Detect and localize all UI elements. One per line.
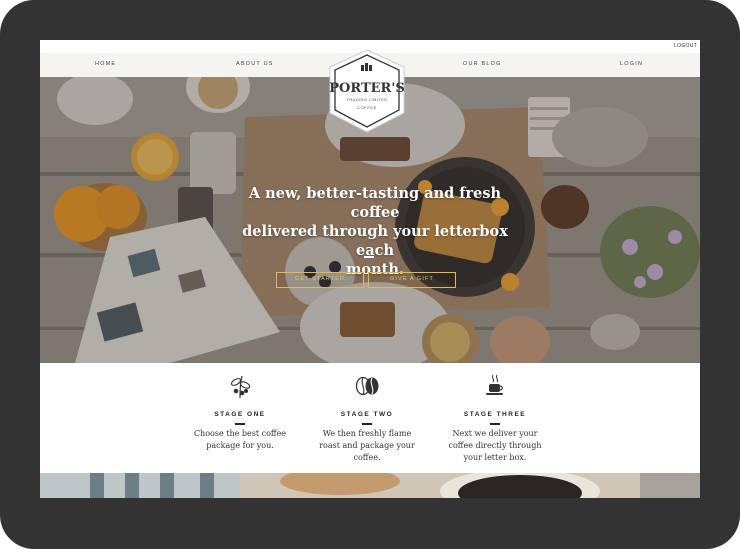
coffee-cup-icon — [430, 373, 560, 399]
stage-one-desc-line-1: Choose the best coffee — [193, 429, 287, 438]
hero-headline: A new, better-tasting and fresh coffee d… — [230, 184, 520, 279]
stage-one: STAGE ONE Choose the best coffee package… — [175, 373, 305, 452]
coffee-plant-icon — [175, 373, 305, 399]
stage-one-divider — [235, 423, 245, 425]
logo-coffee-text: COFFEE — [357, 105, 377, 110]
hero-headline-line-2: delivered through your letterbox each — [242, 223, 508, 259]
stage-two-desc-line-3: coffee. — [353, 453, 381, 462]
stage-three: STAGE THREE Next we deliver your coffee … — [430, 373, 560, 464]
stage-three-desc-line-3: your letter box. — [463, 453, 527, 462]
nav-our-blog[interactable]: OUR BLOG — [463, 61, 502, 67]
logo-brand-text: PORTER'S — [329, 81, 404, 96]
porters-logo[interactable]: PORTER'S TRADING LIMITED COFFEE — [329, 49, 405, 133]
stage-one-description: Choose the best coffee package for you. — [175, 428, 305, 452]
stages-section: STAGE ONE Choose the best coffee package… — [40, 363, 700, 473]
stage-three-title: STAGE THREE — [463, 411, 527, 418]
stage-two: STAGE TWO We then freshly flame roast an… — [302, 373, 432, 464]
stage-two-title: STAGE TWO — [340, 411, 394, 418]
nav-login[interactable]: LOGIN — [620, 61, 643, 67]
hero-divider — [364, 256, 374, 258]
hero-headline-line-1: A new, better-tasting and fresh coffee — [248, 185, 502, 221]
stage-two-description: We then freshly flame roast and package … — [302, 428, 432, 464]
stage-one-desc-line-2: package for you. — [206, 441, 274, 450]
browser-screen: LOGOUT A new, better-tasting and fresh c… — [40, 40, 700, 498]
stage-two-desc-line-2: roast and package your — [319, 441, 415, 450]
stage-two-divider — [362, 423, 372, 425]
logo-sub-text: TRADING LIMITED — [347, 97, 388, 102]
nav-about-us[interactable]: ABOUT US — [236, 61, 274, 67]
stage-three-description: Next we deliver your coffee directly thr… — [430, 428, 560, 464]
stage-three-desc-line-1: Next we deliver your — [452, 429, 538, 438]
stage-two-desc-line-1: We then freshly flame — [322, 429, 412, 438]
stage-three-divider — [490, 423, 500, 425]
bottom-photo-strip — [40, 473, 700, 498]
stage-one-title: STAGE ONE — [214, 411, 266, 418]
nav-home[interactable]: HOME — [95, 61, 116, 67]
get-started-button[interactable]: GET STARTED — [276, 272, 364, 288]
give-a-gift-button[interactable]: GIVE A GIFT — [368, 272, 456, 288]
coffee-bean-icon — [302, 373, 432, 399]
stage-three-desc-line-2: coffee directly through — [448, 441, 542, 450]
logout-link[interactable]: LOGOUT — [674, 43, 697, 49]
